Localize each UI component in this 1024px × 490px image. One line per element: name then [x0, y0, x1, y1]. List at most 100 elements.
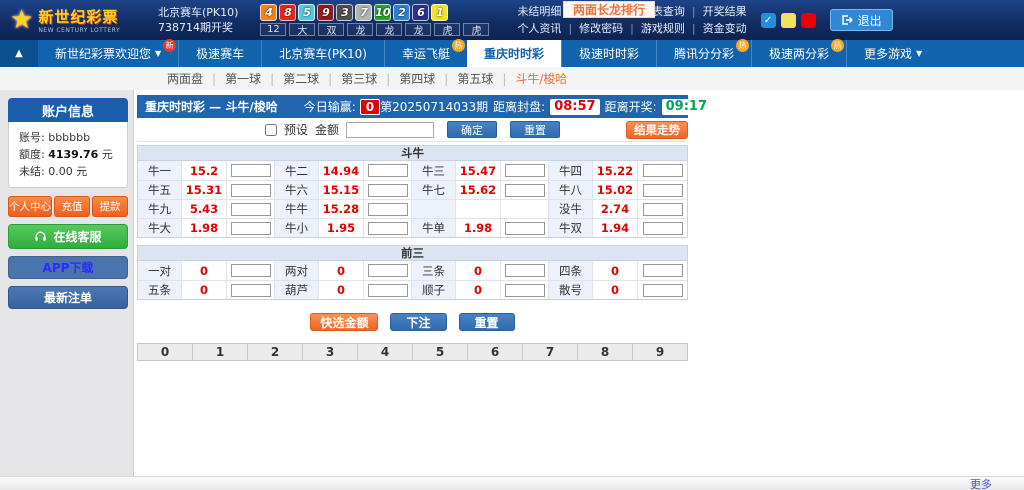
header-link-0[interactable]: 个人资讯: [517, 20, 561, 37]
nav-tab-label: 北京赛车(PK10): [279, 45, 367, 62]
reset-button[interactable]: 重置: [510, 121, 560, 138]
bet-amount-input[interactable]: [368, 284, 408, 297]
checkbox-blue-icon[interactable]: ✓: [761, 13, 776, 28]
nav-tab-4[interactable]: 重庆时时彩: [467, 40, 561, 67]
subnav-item-1[interactable]: 第一球: [225, 70, 261, 87]
place-bet-button[interactable]: 下注: [390, 313, 446, 331]
subnav-item-4[interactable]: 第四球: [399, 70, 435, 87]
subnav-item-3[interactable]: 第三球: [341, 70, 377, 87]
nav-tab-3[interactable]: 幸运飞艇热: [384, 40, 467, 67]
bet-option-label[interactable]: 牛单: [412, 219, 456, 237]
bet-option-label[interactable]: 牛牛: [275, 200, 319, 218]
bet-option-label[interactable]: 牛八: [549, 181, 593, 199]
bet-option-label[interactable]: 顺子: [412, 281, 456, 299]
bet-amount-input[interactable]: [643, 264, 683, 277]
bet-amount-input[interactable]: [643, 164, 683, 177]
sidebar-button-0[interactable]: 个人中心: [8, 196, 52, 217]
quick-amount-button[interactable]: 快选金额: [310, 313, 378, 331]
latest-orders-button[interactable]: 最新注单: [8, 286, 128, 309]
bet-option-label[interactable]: 两对: [275, 261, 319, 280]
bet-option-label[interactable]: 牛三: [412, 161, 456, 180]
header-link-1[interactable]: 修改密码: [579, 20, 623, 37]
nav-tab-0[interactable]: 新世纪彩票欢迎您▼新: [38, 40, 178, 67]
bet-odds-value: 14.94: [319, 161, 364, 180]
subnav-item-0[interactable]: 两面盘: [167, 70, 203, 87]
bet-option-label[interactable]: 牛大: [138, 219, 182, 237]
nav-tab-2[interactable]: 北京赛车(PK10): [261, 40, 384, 67]
bet-amount-input[interactable]: [368, 222, 408, 235]
nav-tab-8[interactable]: 更多游戏▼: [846, 40, 939, 67]
bet-option-label[interactable]: 葫芦: [275, 281, 319, 299]
site-logo[interactable]: ★ 新世纪彩票 NEW CENTURY LOTTERY: [10, 5, 140, 35]
bet-input-cell: [227, 281, 275, 299]
bet-option-label[interactable]: 三条: [412, 261, 456, 280]
result-trend-button[interactable]: 结果走势: [626, 121, 688, 139]
bet-option-label[interactable]: 散号: [549, 281, 593, 299]
bet-amount-input[interactable]: [505, 264, 545, 277]
nav-home-button[interactable]: ▲: [0, 40, 38, 67]
header-link-2[interactable]: 游戏规则: [641, 20, 685, 37]
bet-option-label[interactable]: 牛七: [412, 181, 456, 199]
nav-tab-badge: 新: [163, 39, 176, 52]
bet-amount-input[interactable]: [231, 264, 271, 277]
bet-amount-input[interactable]: [368, 164, 408, 177]
bet-amount-input[interactable]: [643, 203, 683, 216]
bet-option-label[interactable]: 牛五: [138, 181, 182, 199]
bet-amount-input[interactable]: [231, 222, 271, 235]
bet-option-label[interactable]: 牛双: [549, 219, 593, 237]
bet-option-label[interactable]: 没牛: [549, 200, 593, 218]
bet-option-label[interactable]: 四条: [549, 261, 593, 280]
bet-amount-input[interactable]: [231, 184, 271, 197]
nav-tab-1[interactable]: 极速赛车: [178, 40, 261, 67]
nav-tab-5[interactable]: 极速时时彩: [561, 40, 656, 67]
bet-amount-input[interactable]: [505, 284, 545, 297]
bet-option-label[interactable]: 牛四: [549, 161, 593, 180]
bet-amount-input[interactable]: [231, 164, 271, 177]
bet-amount-input[interactable]: [505, 222, 545, 235]
bet-amount-input[interactable]: [505, 184, 545, 197]
lottery-ball-6: 6: [412, 4, 429, 21]
bet-amount-input[interactable]: [643, 184, 683, 197]
bet-option-label[interactable]: 牛九: [138, 200, 182, 218]
bet-amount-input[interactable]: [643, 222, 683, 235]
bet-option-label[interactable]: 一对: [138, 261, 182, 280]
bet-input-cell: [638, 161, 687, 180]
bet-option-label[interactable]: 牛六: [275, 181, 319, 199]
bet-amount-input[interactable]: [368, 264, 408, 277]
nav-tab-label: 极速赛车: [196, 45, 244, 62]
nav-tab-7[interactable]: 极速两分彩热: [751, 40, 846, 67]
header-link-0[interactable]: 未结明细: [517, 3, 561, 20]
online-service-button[interactable]: 在线客服: [8, 224, 128, 249]
bet-amount-input[interactable]: [231, 284, 271, 297]
bet-option-label[interactable]: 牛二: [275, 161, 319, 180]
reset-bet-button[interactable]: 重置: [459, 313, 515, 331]
two-side-ranking-button[interactable]: 两面长龙排行: [563, 1, 655, 18]
bet-option-label[interactable]: 牛一: [138, 161, 182, 180]
header-link-3[interactable]: 开奖结果: [703, 3, 747, 20]
nav-tab-6[interactable]: 腾讯分分彩热: [656, 40, 751, 67]
bet-amount-input[interactable]: [368, 203, 408, 216]
amount-input[interactable]: [346, 122, 434, 138]
logout-button[interactable]: 退出: [830, 9, 893, 31]
lottery-ball-2: 2: [393, 4, 410, 21]
confirm-button[interactable]: 确定: [447, 121, 497, 138]
sidebar-button-2[interactable]: 提款: [92, 196, 128, 217]
header-link-3[interactable]: 资金变动: [703, 20, 747, 37]
subnav-item-2[interactable]: 第二球: [283, 70, 319, 87]
theme-red-icon[interactable]: [801, 13, 816, 28]
theme-yellow-icon[interactable]: [781, 13, 796, 28]
bet-amount-input[interactable]: [643, 284, 683, 297]
bet-amount-input[interactable]: [505, 164, 545, 177]
bet-amount-input[interactable]: [368, 184, 408, 197]
sidebar-button-1[interactable]: 充值: [54, 196, 90, 217]
subnav-item-6[interactable]: 斗牛/梭哈: [515, 70, 567, 87]
bet-amount-input[interactable]: [231, 203, 271, 216]
bet-option-label[interactable]: 牛小: [275, 219, 319, 237]
footer-more-link[interactable]: 更多: [970, 476, 992, 490]
bet-option-label[interactable]: 五条: [138, 281, 182, 299]
number-cell-5: 5: [413, 344, 468, 360]
subnav-item-5[interactable]: 第五球: [457, 70, 493, 87]
preset-checkbox[interactable]: [265, 124, 277, 136]
bet-table-row-0: 一对0两对0三条0四条0: [138, 261, 687, 280]
app-download-button[interactable]: APP下载: [8, 256, 128, 279]
